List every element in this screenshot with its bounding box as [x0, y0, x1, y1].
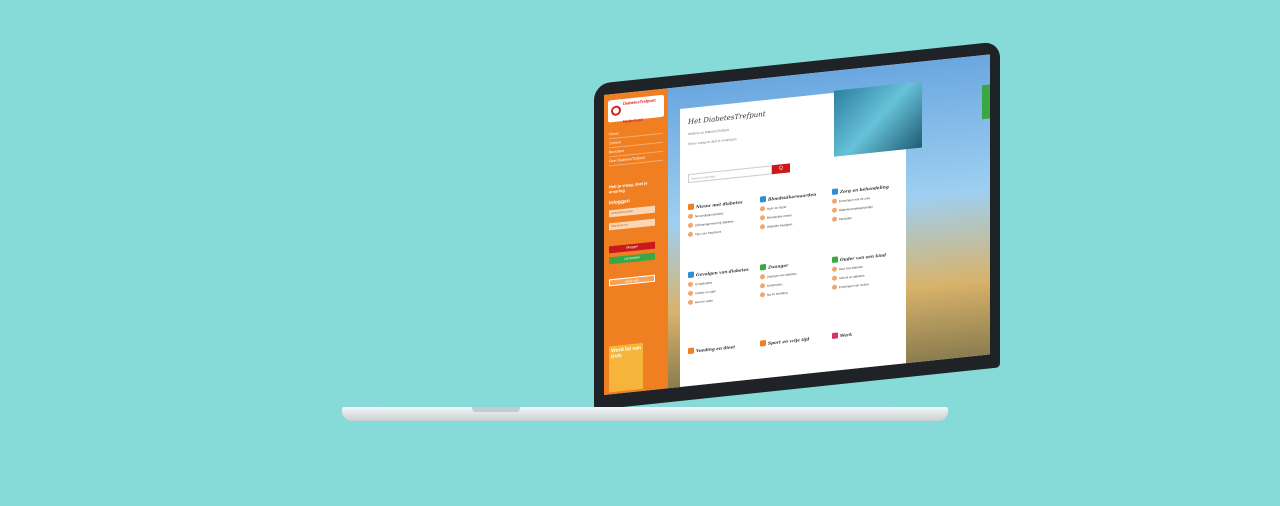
sidebar-slogan: Heb je vraag, deel je ervaring	[609, 180, 648, 195]
category-title: Zorg en behandeling	[840, 183, 889, 194]
logo-icon	[611, 105, 621, 117]
search-button[interactable]: Q	[772, 163, 790, 175]
avatar	[832, 216, 837, 222]
topic-title: Hart en vaten	[695, 297, 714, 304]
category-header[interactable]: Sport en vrije tijd	[760, 333, 830, 347]
category-icon	[760, 195, 766, 203]
category-icon	[688, 203, 694, 211]
scene: DiabetesTrefpunt Nederland Home Zoeken B…	[0, 0, 1280, 506]
category-title: Gevolgen van diabetes	[696, 266, 749, 277]
category-icon	[688, 347, 694, 355]
avatar	[832, 275, 837, 281]
login-button[interactable]: Inloggen	[609, 241, 655, 254]
category-title: Zwanger	[768, 262, 789, 270]
topic-title: Tips voor beginners	[695, 229, 722, 236]
sidebar-nav: Home Zoeken Berichten Over DiabetesTrefp…	[609, 124, 663, 167]
category-block: Voeding en dieet	[688, 341, 758, 355]
avatar	[832, 198, 837, 204]
topic-title: Ervaringen van ouders	[839, 281, 870, 289]
logo-line2: Nederland	[623, 116, 643, 124]
category-title: Bloedsuikerwaarden	[768, 191, 817, 202]
category-block: Sport en vrije tijd	[760, 333, 830, 347]
category-block: Nieuw met diabetes Net gediagnosticeerd Ze…	[688, 197, 758, 238]
topic-title: Net gediagnosticeerd	[695, 210, 724, 218]
topic-title: Zwanger met diabetes	[767, 271, 797, 279]
category-block: Zorg en behandeling Ervaringen met de zor…	[832, 182, 902, 222]
avatar	[760, 206, 765, 212]
category-title: Werk	[840, 331, 853, 338]
category-icon	[688, 271, 694, 279]
topic-title: Diabetesverpleegkundige	[839, 204, 873, 212]
topic-title: Complicaties	[695, 280, 713, 286]
password-field[interactable]: Wachtwoord	[609, 218, 655, 231]
avatar	[688, 231, 693, 238]
topic-title: Kinderwens	[767, 281, 783, 288]
topic-title: Ervaringen met de zorg	[839, 195, 871, 203]
category-block: Gevolgen van diabetes Complicaties Voeten …	[688, 265, 758, 306]
sidebar: DiabetesTrefpunt Nederland Home Zoeken B…	[604, 88, 668, 395]
category-title: Sport en vrije tijd	[768, 335, 810, 346]
avatar	[688, 281, 693, 288]
category-icon	[832, 256, 838, 263]
search-input[interactable]: Zoek je onderwerp	[688, 165, 772, 184]
topic-title: Zelfmanagement bij diabetes	[695, 218, 734, 227]
logo-line1: DiabetesTrefpunt	[623, 97, 656, 106]
more-info-button[interactable]: Meer info	[609, 274, 655, 287]
register-button[interactable]: Lid worden	[609, 252, 655, 265]
topic-title: Hypo en hyper	[767, 204, 787, 211]
category-icon	[832, 332, 838, 339]
topic-title: Bloedsuiker meten	[767, 212, 792, 220]
dvn-ad-banner[interactable]: Word lid van DVN	[609, 342, 643, 393]
username-field[interactable]: Gebruikersnaam	[609, 205, 655, 218]
avatar	[688, 299, 693, 306]
avatar	[832, 207, 837, 213]
avatar	[760, 215, 765, 221]
avatar	[760, 274, 765, 280]
category-title: Nieuw met diabetes	[696, 198, 743, 209]
avatar	[760, 292, 765, 298]
ad-text: Word lid van DVN	[611, 345, 641, 361]
feedback-tab[interactable]	[982, 84, 990, 120]
category-icon	[760, 339, 766, 347]
avatar	[688, 222, 693, 229]
site-logo[interactable]: DiabetesTrefpunt Nederland	[608, 94, 664, 124]
avatar	[688, 290, 693, 297]
laptop-base	[342, 407, 948, 421]
category-title: Ouder van een kind	[840, 251, 886, 262]
category-block: Bloedsuikerwaarden Hypo en hyper Bloedsuik…	[760, 189, 830, 230]
category-icon	[832, 188, 838, 195]
laptop-notch	[472, 407, 520, 412]
diver-photo	[834, 81, 922, 157]
avatar	[760, 224, 765, 230]
topic-title: Voeten en ogen	[695, 288, 717, 295]
avatar	[832, 284, 837, 290]
topic-title: Na de bevalling	[767, 290, 788, 297]
category-title: Voeding en dieet	[696, 343, 736, 353]
laptop-screen: DiabetesTrefpunt Nederland Home Zoeken B…	[604, 54, 990, 395]
category-block: Werk	[832, 326, 902, 339]
topic-title: Kind met diabetes	[839, 264, 864, 271]
avatar	[760, 283, 765, 289]
avatar	[688, 213, 693, 220]
page-title: Het DiabetesTrefpunt	[688, 109, 766, 127]
category-block: Zwanger Zwanger met diabetes Kinderwens Na …	[760, 257, 830, 298]
topic-title: Medicatie	[839, 215, 852, 221]
laptop-lid: DiabetesTrefpunt Nederland Home Zoeken B…	[594, 41, 1000, 411]
topic-title: Waarden begrijpen	[767, 221, 793, 229]
category-header[interactable]: Voeding en dieet	[688, 341, 758, 355]
topic-title: School en diabetes	[839, 273, 865, 280]
category-header[interactable]: Werk	[832, 326, 902, 339]
login-title: Inloggen	[609, 198, 630, 207]
avatar	[832, 266, 837, 272]
category-block: Ouder van een kind Kind met diabetes Schoo…	[832, 250, 902, 290]
category-icon	[760, 263, 766, 271]
